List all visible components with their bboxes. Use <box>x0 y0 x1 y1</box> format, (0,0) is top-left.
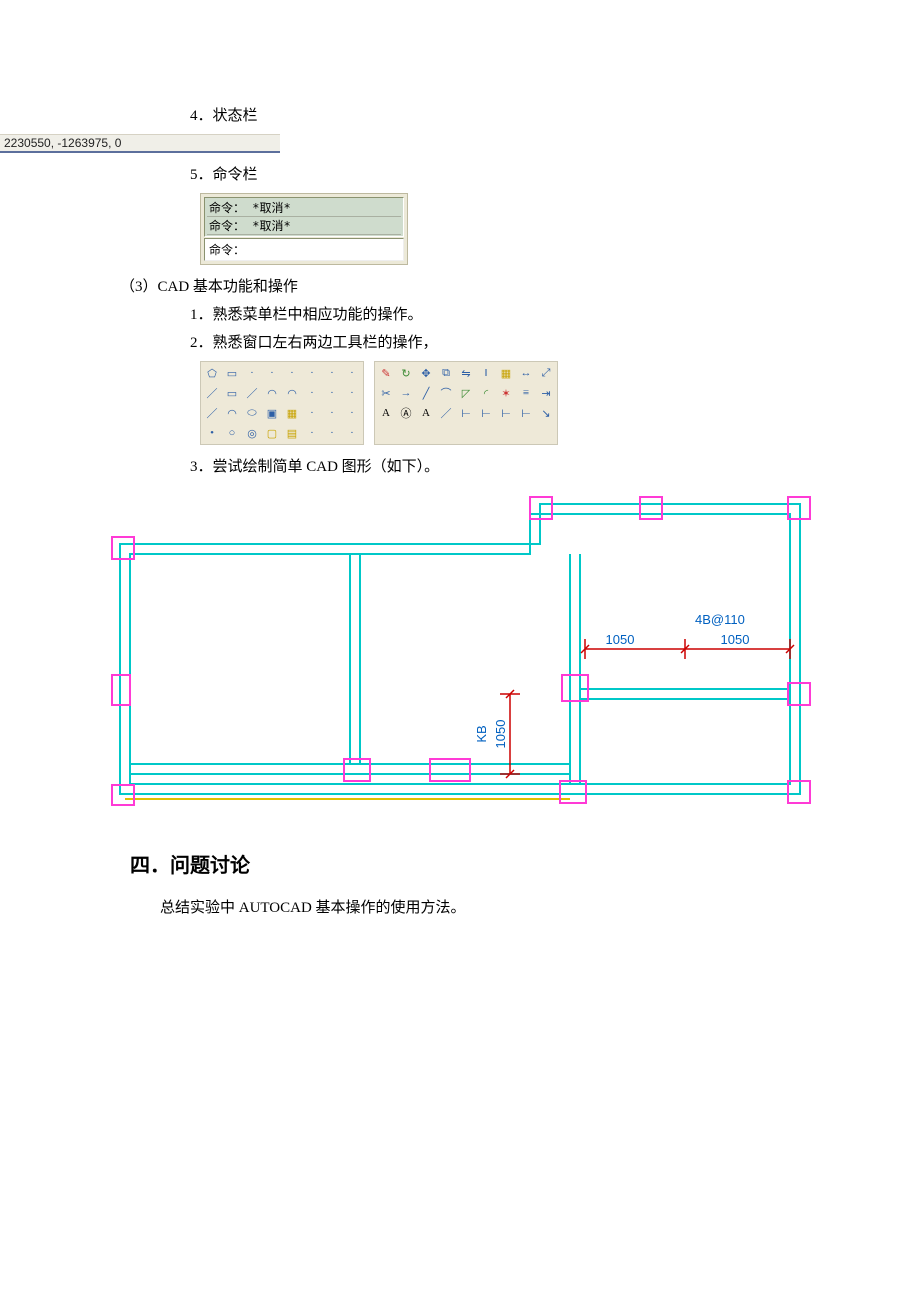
circle-icon[interactable]: ○ <box>223 424 241 442</box>
command-prompt: 命令： <box>209 243 245 257</box>
dot-icon[interactable]: · <box>283 364 301 382</box>
dot-icon[interactable]: · <box>323 404 341 422</box>
extend-icon[interactable]: → <box>397 384 415 402</box>
chamfer-icon[interactable]: ◸ <box>457 384 475 402</box>
explode-icon[interactable]: ✶ <box>497 384 515 402</box>
copy-icon[interactable]: ⧉ <box>437 364 455 382</box>
stretch-icon[interactable]: ↔ <box>517 364 535 382</box>
dot-icon[interactable]: · <box>303 384 321 402</box>
status-bar-figure: 2230550, -1263975, 0 <box>0 134 280 153</box>
polygon-icon[interactable]: ⬠ <box>203 364 221 382</box>
command-panel-figure: 命令： *取消* 命令： *取消* 命令： <box>200 193 408 265</box>
dim-radius-icon[interactable]: ⊢ <box>477 404 495 422</box>
command-history-line: 命令： *取消* <box>207 217 401 235</box>
cad-drawing: 1050 1050 4B@110 1050 KB <box>100 489 820 819</box>
command-input[interactable]: 命令： <box>204 238 404 261</box>
lengthen-icon[interactable]: ⇥ <box>537 384 555 402</box>
s3-item-1: 1．熟悉菜单栏中相应功能的操作。 <box>190 303 800 327</box>
point-icon[interactable]: • <box>203 424 221 442</box>
break-icon[interactable]: ╱ <box>417 384 435 402</box>
block-icon[interactable]: ▣ <box>263 404 281 422</box>
dot-icon[interactable]: · <box>323 424 341 442</box>
dim-label: 1050 <box>493 720 508 749</box>
arc-icon[interactable]: ◠ <box>223 404 241 422</box>
array-icon[interactable]: ▦ <box>497 364 515 382</box>
s3-item-2: 2．熟悉窗口左右两边工具栏的操作， <box>190 331 800 355</box>
erase-icon[interactable]: ✎ <box>377 364 395 382</box>
dim-angular-icon[interactable]: ⊢ <box>457 404 475 422</box>
dot-icon[interactable]: · <box>303 424 321 442</box>
dot-icon[interactable]: · <box>343 424 361 442</box>
leader-icon[interactable]: ↘ <box>537 404 555 422</box>
dot-icon[interactable]: · <box>343 384 361 402</box>
dim-linear-icon[interactable]: ／ <box>437 404 455 422</box>
offset-icon[interactable]: ‖ <box>477 364 495 382</box>
annotation-text: 4B@110 <box>695 612 745 627</box>
join-icon[interactable]: ⌒ <box>437 384 455 402</box>
toolbar-figure: ⬠▭······／▭／◠◠···／◠⬭▣▦···•○◎▢▤··· ✎↻✥⧉⇋‖▦… <box>200 361 800 445</box>
dot-icon[interactable]: · <box>263 364 281 382</box>
mtext-icon[interactable]: Ⓐ <box>397 404 415 422</box>
scale-icon[interactable]: ⤢ <box>537 364 555 382</box>
dot-icon[interactable]: · <box>323 364 341 382</box>
ellipse-icon[interactable]: ⬭ <box>243 404 261 422</box>
line-icon[interactable]: ／ <box>203 384 221 402</box>
status-coords: 2230550, -1263975, 0 <box>4 136 121 150</box>
section-4-body: 总结实验中 AUTOCAD 基本操作的使用方法。 <box>160 896 800 920</box>
polyline-icon[interactable]: ／ <box>203 404 221 422</box>
section-4-title: 四．问题讨论 <box>130 849 800 878</box>
command-history: 命令： *取消* 命令： *取消* <box>204 197 404 237</box>
modify-toolbar: ✎↻✥⧉⇋‖▦↔⤢✂→╱⌒◸◜✶≡⇥AⒶA／⊢⊢⊢⊢↘ <box>374 361 558 445</box>
dim-label: 1050 <box>606 632 635 647</box>
dim-label: 1050 <box>721 632 750 647</box>
annotation-text: KB <box>474 725 489 742</box>
arc-icon[interactable]: ◠ <box>283 384 301 402</box>
draw-toolbar: ⬠▭······／▭／◠◠···／◠⬭▣▦···•○◎▢▤··· <box>200 361 364 445</box>
command-history-line: 命令： *取消* <box>207 199 401 217</box>
subsection-3-heading: （3）CAD 基本功能和操作 <box>120 275 800 299</box>
table-icon[interactable]: ▤ <box>283 424 301 442</box>
s3-item-3: 3．尝试绘制简单 CAD 图形（如下）。 <box>190 455 800 479</box>
region-icon[interactable]: ▢ <box>263 424 281 442</box>
dot-icon[interactable]: · <box>323 384 341 402</box>
A-icon[interactable]: A <box>417 404 435 422</box>
dim-continue-icon[interactable]: ⊢ <box>517 404 535 422</box>
move-icon[interactable]: ✥ <box>417 364 435 382</box>
trim-icon[interactable]: ✂ <box>377 384 395 402</box>
dot-icon[interactable]: · <box>303 364 321 382</box>
hatch-icon[interactable]: ▦ <box>283 404 301 422</box>
rectangle-alt-icon[interactable]: ▭ <box>223 364 241 382</box>
status-bar: 2230550, -1263975, 0 <box>0 134 280 153</box>
fillet-icon[interactable]: ◜ <box>477 384 495 402</box>
mirror-icon[interactable]: ⇋ <box>457 364 475 382</box>
page: 4．状态栏 2230550, -1263975, 0 5．命令栏 命令： *取消… <box>0 0 920 1224</box>
dot-icon[interactable]: · <box>343 364 361 382</box>
list-item-5: 5．命令栏 <box>190 163 800 187</box>
spline-icon[interactable]: ／ <box>243 384 261 402</box>
align-icon[interactable]: ≡ <box>517 384 535 402</box>
rectangle-icon[interactable]: ▭ <box>223 384 241 402</box>
arc-icon[interactable]: ◠ <box>263 384 281 402</box>
dim-diameter-icon[interactable]: ⊢ <box>497 404 515 422</box>
dot-icon[interactable]: · <box>303 404 321 422</box>
dot-icon[interactable]: · <box>243 364 261 382</box>
rotate-icon[interactable]: ↻ <box>397 364 415 382</box>
text-icon[interactable]: A <box>377 404 395 422</box>
dot-icon[interactable]: · <box>343 404 361 422</box>
donut-icon[interactable]: ◎ <box>243 424 261 442</box>
list-item-4: 4．状态栏 <box>190 104 800 128</box>
